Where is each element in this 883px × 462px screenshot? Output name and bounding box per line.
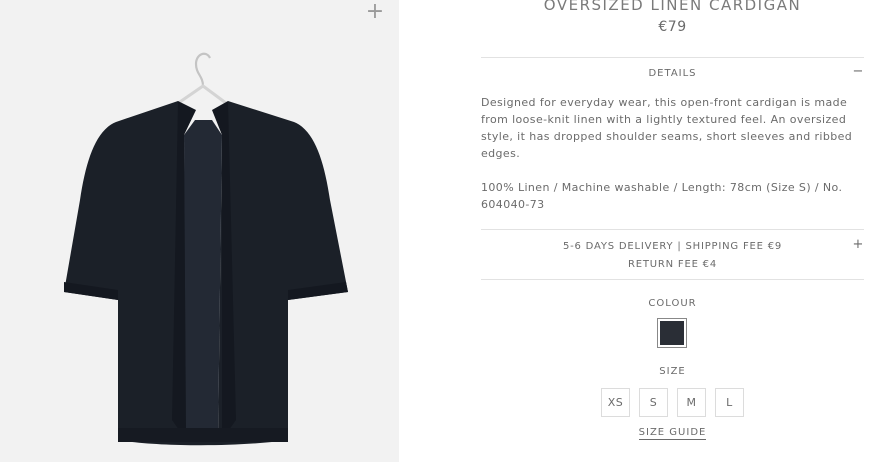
size-heading: SIZE [659, 366, 686, 377]
cardigan-inner [184, 120, 222, 440]
colour-swatch-selected[interactable] [657, 318, 687, 348]
product-price: €79 [658, 19, 687, 35]
cardigan-image [64, 52, 348, 446]
delivery-expand-icon[interactable]: + [852, 237, 864, 252]
delivery-line: 5-6 DAYS DELIVERY | SHIPPING FEE €9 [562, 241, 783, 252]
swatch-fill [660, 321, 684, 345]
product-description: Designed for everyday wear, this open-fr… [481, 96, 853, 160]
delivery-info[interactable]: 5-6 DAYS DELIVERY | SHIPPING FEE €9 RETU… [481, 238, 864, 274]
hem-rib [118, 428, 288, 442]
size-option-l[interactable]: L [715, 388, 744, 417]
size-option-xs[interactable]: XS [601, 388, 630, 417]
product-title: OVERSIZED LINEN CARDIGAN [543, 0, 802, 14]
size-guide-link[interactable]: SIZE GUIDE [638, 427, 707, 440]
return-fee-line: RETURN FEE €4 [628, 259, 717, 270]
product-composition: 100% Linen / Machine washable / Length: … [481, 181, 843, 211]
colour-heading: COLOUR [648, 298, 697, 309]
size-guide-row: SIZE GUIDE [481, 427, 864, 440]
details-heading[interactable]: DETAILS [481, 68, 864, 79]
divider [481, 57, 864, 58]
product-image-panel: + [0, 0, 399, 462]
details-collapse-icon[interactable]: − [852, 64, 864, 79]
size-option-m[interactable]: M [677, 388, 706, 417]
divider [481, 229, 864, 230]
hanger-bar [173, 84, 231, 108]
divider [481, 279, 864, 280]
hanger-hook [194, 52, 211, 87]
size-option-s[interactable]: S [639, 388, 668, 417]
